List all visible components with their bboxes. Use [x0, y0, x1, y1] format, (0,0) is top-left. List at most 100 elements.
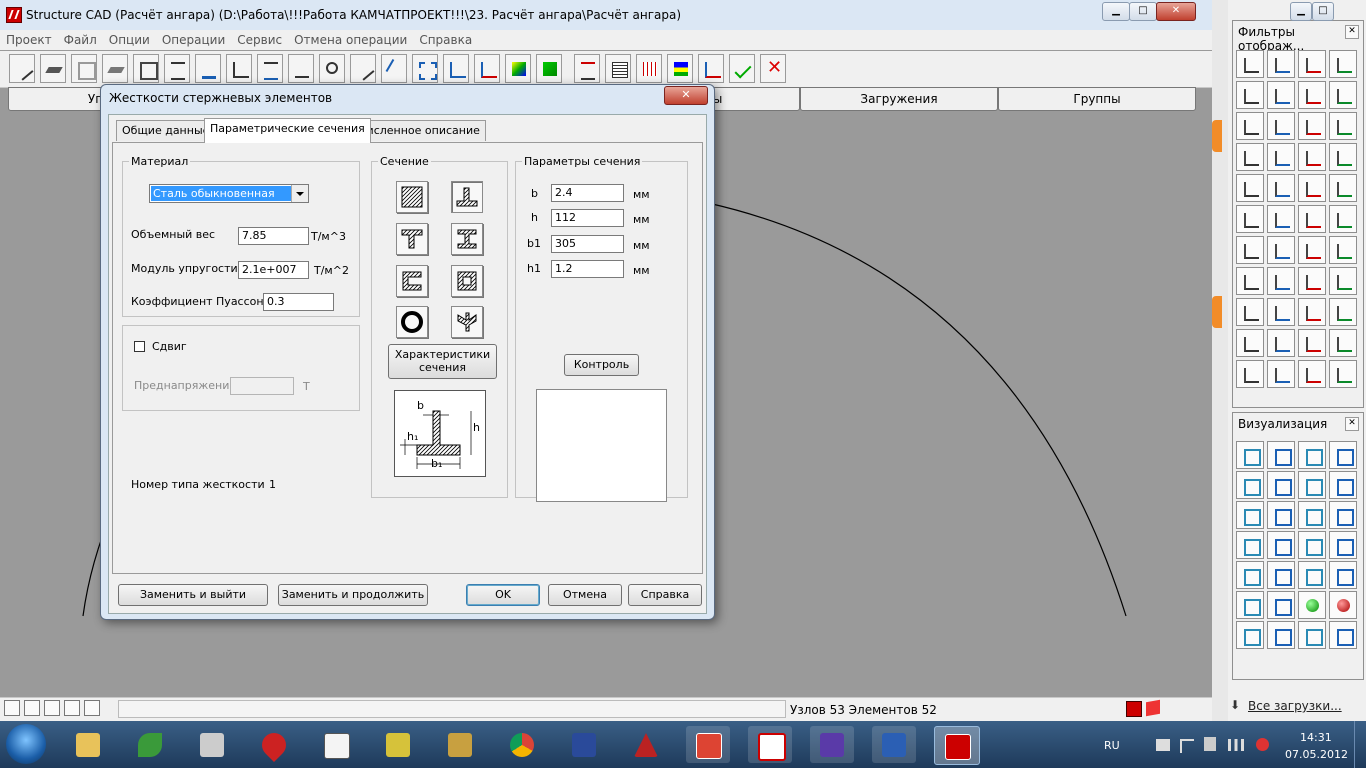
draw-element-icon[interactable]	[9, 54, 35, 83]
tab-loads[interactable]: Загружения	[800, 87, 998, 111]
section-box-icon[interactable]	[451, 265, 483, 297]
draw-plate-icon[interactable]	[40, 54, 66, 83]
section-rect-icon[interactable]	[396, 181, 428, 213]
filter-pen-gl-icon[interactable]	[1236, 329, 1264, 357]
task-robot[interactable]	[376, 726, 420, 763]
color-cube-icon[interactable]	[536, 54, 562, 83]
material-select[interactable]: Сталь обыкновенная	[149, 184, 309, 203]
view-window-icon[interactable]	[24, 700, 40, 716]
param-h1-input[interactable]: 1.2	[551, 260, 624, 278]
task-app-red[interactable]	[686, 726, 730, 763]
visual-layers-view-icon[interactable]	[1236, 621, 1264, 649]
visual-rotate-free-icon[interactable]	[1236, 471, 1264, 499]
visual-green-grid-icon[interactable]	[1298, 621, 1326, 649]
visual-grid-view-icon[interactable]	[1267, 621, 1295, 649]
visual-rotate-iso-icon[interactable]	[1329, 471, 1357, 499]
visual-green-ball-icon[interactable]	[1298, 591, 1326, 619]
tab-groups[interactable]: Группы	[998, 87, 1196, 111]
dialog-close-button[interactable]: ✕	[664, 86, 708, 105]
filter-cube-icon[interactable]	[1298, 50, 1326, 78]
arrows-icon[interactable]	[412, 54, 438, 83]
chevron-down-icon[interactable]	[291, 185, 308, 202]
help-button[interactable]: Справка	[628, 584, 702, 606]
close-button[interactable]: ✕	[1156, 2, 1196, 21]
filters-close-button[interactable]: ✕	[1345, 25, 1359, 39]
control-button[interactable]: Контроль	[564, 354, 639, 376]
cube-icon[interactable]	[133, 54, 159, 83]
task-poker[interactable]	[252, 726, 296, 763]
section-channel-icon[interactable]	[396, 265, 428, 297]
filter-query-r-icon[interactable]	[1267, 112, 1295, 140]
draw-body-icon[interactable]	[71, 54, 97, 83]
check-icon[interactable]	[729, 54, 755, 83]
view-all-icon[interactable]	[4, 700, 20, 716]
task-pen[interactable]	[810, 726, 854, 763]
filter-query-i-icon[interactable]	[1236, 81, 1264, 109]
task-calendar[interactable]	[314, 726, 358, 763]
downloads-link[interactable]: Все загрузки...	[1248, 699, 1342, 713]
filter-query-grid-icon[interactable]	[1329, 112, 1357, 140]
modulus-input[interactable]: 2.1e+007	[238, 261, 309, 279]
filter-beam-load-icon[interactable]	[1236, 174, 1264, 202]
filter-query-dim-icon[interactable]	[1329, 143, 1357, 171]
filter-paintbrush-icon[interactable]	[1329, 236, 1357, 264]
filter-sum-grid-icon[interactable]	[1298, 360, 1326, 388]
visual-rotate-axis-icon[interactable]	[1236, 441, 1264, 469]
filter-table-icon[interactable]	[1236, 236, 1264, 264]
visual-scissors-icon[interactable]	[1329, 531, 1357, 559]
start-button[interactable]	[6, 724, 46, 764]
tray-alert-icon[interactable]	[1256, 738, 1269, 751]
filter-pencil-icon[interactable]	[1236, 50, 1264, 78]
filter-query-g3-icon[interactable]	[1267, 298, 1295, 326]
task-tools[interactable]	[190, 726, 234, 763]
tray-device-icon[interactable]	[1204, 737, 1216, 751]
visual-box-left-icon[interactable]	[1298, 501, 1326, 529]
axes-icon[interactable]	[443, 54, 469, 83]
section-angle-icon[interactable]	[451, 306, 483, 338]
filter-query-load-icon[interactable]	[1267, 174, 1295, 202]
filter-query-n-icon[interactable]	[1298, 267, 1326, 295]
filter-cross-icon[interactable]	[1236, 143, 1264, 171]
filter-sum-table-icon[interactable]	[1267, 360, 1295, 388]
view-split-icon[interactable]	[84, 700, 100, 716]
filter-query-nf-icon[interactable]	[1329, 81, 1357, 109]
replace-continue-button[interactable]: Заменить и продолжить	[278, 584, 428, 606]
visual-cube-shade-icon[interactable]	[1298, 531, 1326, 559]
results-icon[interactable]	[667, 54, 693, 83]
visual-cube-cyan-icon[interactable]	[1267, 531, 1295, 559]
filter-brush-icon[interactable]	[1298, 236, 1326, 264]
tray-time[interactable]: 14:31	[1300, 731, 1332, 744]
pack-icon[interactable]	[574, 54, 600, 83]
render-cube-icon[interactable]	[505, 54, 531, 83]
menu-undo[interactable]: Отмена операции	[288, 30, 413, 47]
visual-undo-hand-icon[interactable]	[1329, 621, 1357, 649]
filter-hash-icon[interactable]	[1267, 236, 1295, 264]
filter-query-cross-icon[interactable]	[1267, 143, 1295, 171]
tray-flag-icon[interactable]	[1180, 739, 1194, 753]
stiffness-icon[interactable]	[226, 54, 252, 83]
task-structure-cad[interactable]	[934, 726, 980, 765]
menu-operations[interactable]: Операции	[156, 30, 231, 47]
filter-query-f-icon[interactable]	[1298, 174, 1326, 202]
visual-rotate-y-icon[interactable]	[1298, 441, 1326, 469]
visual-rotate-x-icon[interactable]	[1267, 441, 1295, 469]
task-sigma[interactable]	[438, 726, 482, 763]
show-desktop-button[interactable]	[1354, 721, 1366, 768]
report-icon[interactable]	[698, 54, 724, 83]
support-icon[interactable]	[195, 54, 221, 83]
section-tee-inverted-icon[interactable]	[451, 181, 483, 213]
menu-help[interactable]: Справка	[413, 30, 478, 47]
visual-zoom-icon[interactable]	[1329, 561, 1357, 589]
language-indicator[interactable]: RU	[1104, 739, 1120, 752]
visual-box-front-icon[interactable]	[1236, 501, 1264, 529]
filter-query-ne-icon[interactable]	[1298, 81, 1326, 109]
filter-query-load2-icon[interactable]	[1329, 174, 1357, 202]
menu-service[interactable]: Сервис	[231, 30, 288, 47]
task-autocad[interactable]	[624, 726, 668, 763]
section-tee-icon[interactable]	[396, 223, 428, 255]
replace-exit-button[interactable]: Заменить и выйти	[118, 584, 268, 606]
visual-rotate-left-icon[interactable]	[1267, 471, 1295, 499]
tray-keyboard-icon[interactable]	[1156, 739, 1170, 751]
filter-red-grid-icon[interactable]	[1329, 298, 1357, 326]
section-i-beam-icon[interactable]	[451, 223, 483, 255]
